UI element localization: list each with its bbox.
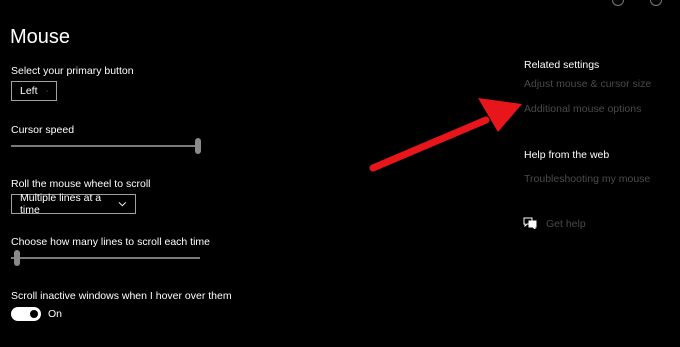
get-help-link[interactable]: Get help <box>546 218 586 230</box>
cursor-speed-slider-thumb[interactable] <box>195 138 201 154</box>
lines-to-scroll-slider-thumb[interactable] <box>14 250 20 266</box>
toggle-knob <box>30 310 38 318</box>
troubleshooting-mouse-link[interactable]: Troubleshooting my mouse <box>524 173 650 185</box>
primary-button-value: Left <box>20 85 38 97</box>
adjust-mouse-cursor-size-link[interactable]: Adjust mouse & cursor size <box>524 78 651 90</box>
scroll-wheel-label: Roll the mouse wheel to scroll <box>11 178 151 190</box>
scroll-wheel-value: Multiple lines at a time <box>20 192 102 216</box>
scroll-inactive-label: Scroll inactive windows when I hover ove… <box>11 290 232 302</box>
primary-button-label: Select your primary button <box>11 65 134 77</box>
red-arrow-annotation <box>369 98 522 172</box>
help-from-web-header: Help from the web <box>524 149 610 161</box>
user-icon[interactable] <box>612 0 624 6</box>
chevron-down-icon <box>45 90 48 92</box>
scroll-wheel-dropdown[interactable]: Multiple lines at a time <box>11 192 136 216</box>
page-title: Mouse <box>10 26 71 48</box>
additional-mouse-options-link[interactable]: Additional mouse options <box>524 103 641 115</box>
chat-help-icon[interactable] <box>523 217 537 229</box>
cursor-speed-label: Cursor speed <box>11 124 75 136</box>
cursor-speed-slider-track[interactable] <box>11 145 200 147</box>
lines-to-scroll-label: Choose how many lines to scroll each tim… <box>11 236 211 248</box>
lines-to-scroll-slider-track[interactable] <box>11 257 200 259</box>
related-settings-header: Related settings <box>524 59 600 71</box>
window-controls <box>612 0 662 6</box>
scroll-inactive-toggle[interactable] <box>11 307 41 321</box>
chevron-down-icon <box>118 201 127 207</box>
scroll-inactive-state: On <box>48 308 63 320</box>
settings-icon[interactable] <box>650 0 662 6</box>
primary-button-dropdown[interactable]: Left <box>11 81 57 101</box>
